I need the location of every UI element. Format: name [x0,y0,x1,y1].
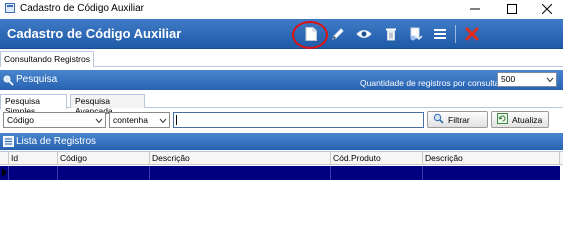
search-row: Código contenha Filtrar Atualiza [0,111,563,130]
form-title: Cadastro de Código Auxiliar [7,26,182,41]
search-tabs: Pesquisa Simples Pesquisa Avançada [0,93,563,116]
column-header-descricao-produto[interactable]: Descrição [422,152,560,165]
refresh-button-label: Atualiza [512,114,543,125]
pesquisa-panel-header: Pesquisa Quantidade de registros por con… [0,70,563,90]
highlight-ring [292,21,328,49]
grid-cell [422,166,423,180]
chevron-down-icon [95,116,103,126]
table-row[interactable] [0,166,560,180]
column-header-descricao[interactable]: Descrição [149,152,330,165]
pesquisa-title: Pesquisa [16,74,58,85]
qty-value: 500 [501,74,516,84]
search-field-value: Código [7,115,34,125]
grid-cell [8,166,9,180]
delete-trash-icon[interactable] [381,24,401,44]
filter-button[interactable]: Filtrar [427,111,488,128]
view-eye-icon[interactable] [354,24,374,44]
toolbar-separator [455,25,456,43]
edit-pencil-icon[interactable] [328,24,348,44]
qty-select[interactable]: 500 [497,72,557,87]
refresh-button[interactable]: Atualiza [491,111,549,128]
window-title: Cadastro de Código Auxiliar [20,3,144,14]
context-tab-row: Consultando Registros [0,50,563,67]
records-grid[interactable]: Id Código Descrição Cód.Produto Descriçã… [0,151,563,242]
window-titlebar: Cadastro de Código Auxiliar [0,0,563,17]
list-icon [3,136,14,149]
qty-label: Quantidade de registros por consulta : [360,78,505,88]
grid-header: Id Código Descrição Cód.Produto Descriçã… [0,152,563,165]
search-input[interactable] [173,112,424,128]
app-icon [5,3,15,13]
row-indicator-icon [2,168,7,179]
import-icon[interactable] [406,24,426,44]
search-operator-value: contenha [113,115,148,125]
tab-consultando-registros[interactable]: Consultando Registros [0,51,94,67]
chevron-down-icon [546,75,554,85]
grid-cell [57,166,58,180]
column-header-id[interactable]: Id [8,152,57,165]
menu-list-icon[interactable] [430,24,450,44]
search-field-select[interactable]: Código [3,112,106,128]
tab-pesquisa-avancada[interactable]: Pesquisa Avançada [70,94,145,116]
lista-title: Lista de Registros [16,136,97,147]
column-header-codigo[interactable]: Código [57,152,149,165]
minimize-button[interactable] [460,0,490,17]
grid-cell [330,166,331,180]
filter-button-label: Filtrar [448,114,470,125]
text-caret [176,115,177,125]
refresh-icon [497,113,508,126]
close-button[interactable] [532,0,562,17]
tab-pesquisa-simples[interactable]: Pesquisa Simples [0,94,67,116]
form-header: Cadastro de Código Auxiliar [0,19,563,49]
chevron-down-icon [159,116,167,126]
search-operator-select[interactable]: contenha [109,112,170,128]
magnifier-icon [433,113,444,126]
column-header-cod-produto[interactable]: Cód.Produto [330,152,422,165]
grid-cell [149,166,150,180]
cancel-x-icon[interactable] [462,24,482,44]
maximize-button[interactable] [497,0,527,17]
lista-panel-header: Lista de Registros [0,133,563,150]
search-wrench-icon [3,75,14,88]
